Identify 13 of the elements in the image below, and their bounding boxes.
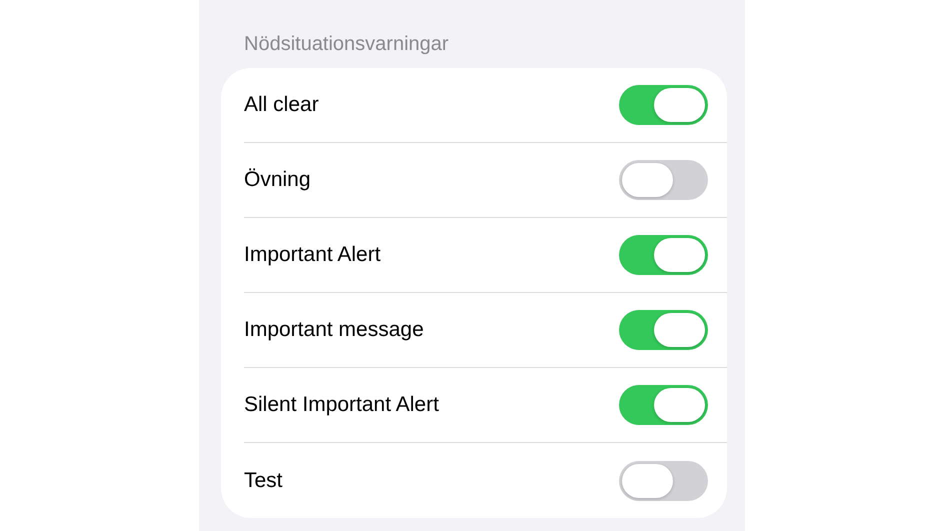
toggle-switch[interactable] [619, 310, 708, 350]
row-label: Important message [244, 318, 424, 342]
toggle-switch[interactable] [619, 235, 708, 275]
row-label: All clear [244, 93, 319, 117]
toggle-switch[interactable] [619, 160, 708, 200]
row-label: Important Alert [244, 243, 381, 267]
section-title: Nödsituationsvarningar [244, 32, 449, 57]
toggle-switch[interactable] [619, 460, 708, 500]
row-label: Test [244, 468, 283, 492]
row-label: Övning [244, 168, 311, 192]
row-label: Silent Important Alert [244, 393, 439, 417]
toggle-switch[interactable] [619, 85, 708, 125]
toggle-switch[interactable] [619, 385, 708, 425]
